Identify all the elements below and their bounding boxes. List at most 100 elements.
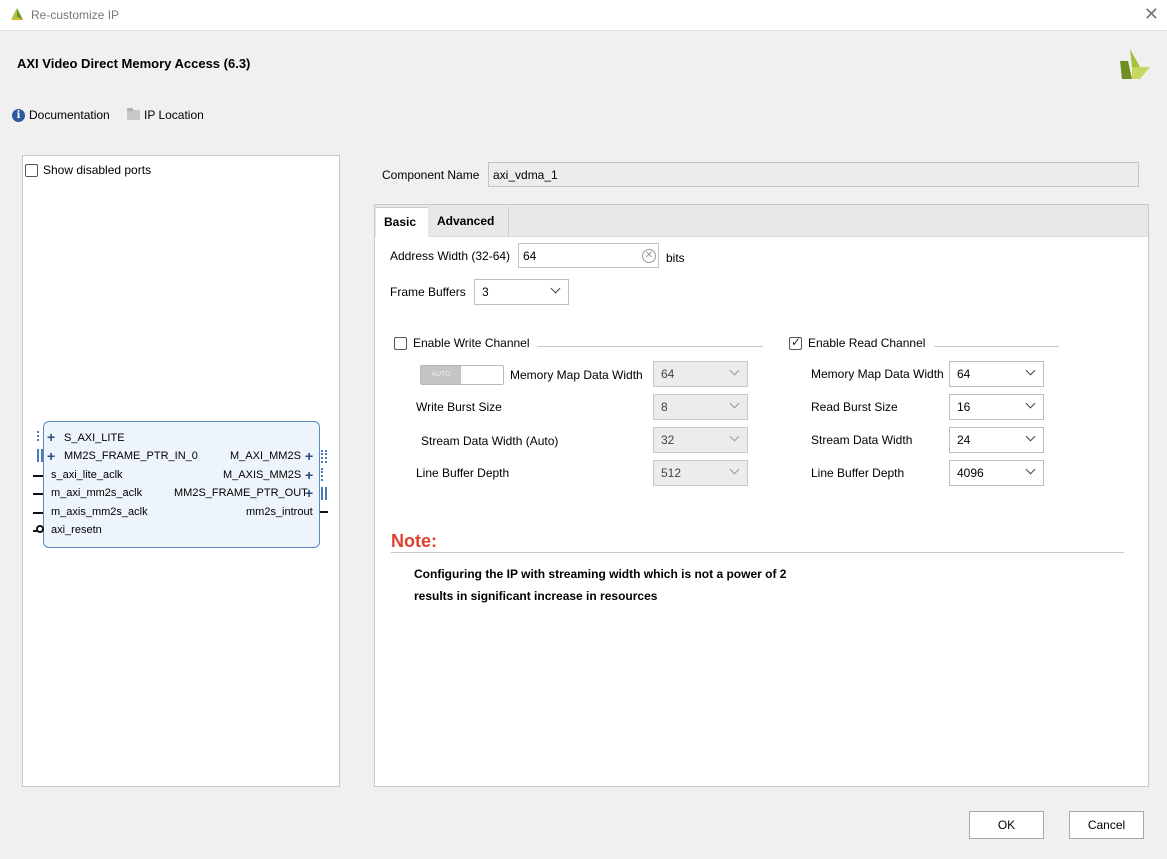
write-stream-width-value: 32 [661, 433, 675, 447]
read-stream-width-select[interactable]: 24 [949, 427, 1044, 453]
divider [391, 552, 1124, 553]
port-wire [320, 511, 328, 513]
auto-toggle-knob: AUTO [421, 366, 461, 384]
ip-location-label: IP Location [144, 108, 204, 122]
read-line-buffer-value: 4096 [957, 466, 984, 480]
write-line-buffer-value: 512 [661, 466, 682, 480]
expand-icon[interactable]: + [47, 449, 55, 463]
read-mm-data-width-value: 64 [957, 367, 971, 381]
folder-icon [127, 108, 140, 120]
write-mm-data-width-select[interactable]: 64 [653, 361, 748, 387]
chevron-down-icon [1025, 398, 1036, 409]
write-burst-size-label: Write Burst Size [416, 400, 502, 414]
write-stream-width-label: Stream Data Width (Auto) [421, 434, 559, 448]
port-axi-resetn: axi_resetn [51, 524, 102, 536]
chevron-down-icon [729, 464, 740, 475]
show-disabled-ports-label: Show disabled ports [43, 163, 152, 177]
chevron-down-icon [729, 365, 740, 376]
chevron-down-icon [729, 398, 740, 409]
write-mm-data-width-label: Memory Map Data Width [510, 368, 643, 382]
window-title: Re-customize IP [31, 8, 120, 22]
write-burst-size-select[interactable]: 8 [653, 394, 748, 420]
component-name-label: Component Name [382, 168, 480, 182]
show-disabled-ports-toggle[interactable]: Show disabled ports [25, 163, 151, 177]
write-line-buffer-label: Line Buffer Depth [416, 466, 510, 480]
port-mm2s-frame-ptr-in: MM2S_FRAME_PTR_IN_0 [64, 450, 198, 462]
note-line-1: Configuring the IP with streaming width … [414, 567, 787, 581]
vivado-logo-icon [11, 8, 23, 20]
clear-icon[interactable]: ✕ [642, 249, 656, 263]
port-wire [33, 475, 43, 477]
port-s-axi-lite: S_AXI_LITE [64, 432, 125, 444]
address-width-unit: bits [666, 251, 685, 265]
read-line-buffer-select[interactable]: 4096 [949, 460, 1044, 486]
port-m-axis-mm2s: M_AXIS_MM2S [223, 469, 302, 481]
divider [537, 346, 763, 347]
expand-icon[interactable]: + [47, 430, 55, 444]
frame-buffers-label: Frame Buffers [390, 285, 466, 299]
enable-read-channel-checkbox[interactable] [789, 335, 802, 350]
auto-toggle[interactable]: AUTO [420, 365, 504, 385]
expand-icon[interactable]: + [305, 449, 313, 463]
frame-buffers-select[interactable]: 3 [474, 279, 569, 305]
enable-read-channel-label: Enable Read Channel [808, 336, 926, 350]
address-width-label: Address Width (32-64) [390, 249, 511, 263]
note-text: Configuring the IP with streaming width … [414, 563, 786, 607]
bus-marker [325, 450, 327, 463]
enable-write-channel-toggle[interactable]: Enable Write Channel [394, 336, 530, 350]
chevron-down-icon [1025, 464, 1036, 475]
port-mm2s-frame-ptr-out: MM2S_FRAME_PTR_OUT [174, 487, 308, 499]
enable-write-channel-label: Enable Write Channel [413, 336, 530, 350]
read-burst-size-select[interactable]: 16 [949, 394, 1044, 420]
bus-marker [321, 450, 323, 463]
port-s-axi-lite-aclk: s_axi_lite_aclk [51, 469, 123, 481]
write-line-buffer-select[interactable]: 512 [653, 460, 748, 486]
ip-title: AXI Video Direct Memory Access (6.3) [17, 56, 251, 71]
documentation-label: Documentation [29, 108, 110, 122]
title-bar: Re-customize IP ✕ [0, 0, 1167, 31]
close-icon[interactable]: ✕ [1144, 5, 1159, 23]
write-stream-width-select[interactable]: 32 [653, 427, 748, 453]
reset-bubble-icon [36, 525, 44, 533]
enable-read-channel-toggle[interactable]: Enable Read Channel [789, 335, 926, 350]
tab-basic[interactable]: Basic [376, 207, 428, 237]
info-icon: i [12, 108, 25, 122]
address-width-input[interactable]: 64 [518, 243, 659, 268]
write-mm-data-width-value: 64 [661, 367, 675, 381]
bus-marker [37, 449, 39, 462]
write-burst-size-value: 8 [661, 400, 668, 414]
read-stream-width-value: 24 [957, 433, 971, 447]
xilinx-logo-icon [1120, 49, 1150, 79]
read-mm-data-width-select[interactable]: 64 [949, 361, 1044, 387]
bus-marker [325, 487, 327, 500]
port-wire [33, 493, 43, 495]
chevron-down-icon [550, 283, 561, 294]
read-stream-width-label: Stream Data Width [811, 433, 913, 447]
component-name-field[interactable]: axi_vdma_1 [488, 162, 1139, 187]
chevron-down-icon [1025, 431, 1036, 442]
read-burst-size-value: 16 [957, 400, 971, 414]
read-burst-size-label: Read Burst Size [811, 400, 898, 414]
bus-marker [321, 468, 323, 481]
chevron-down-icon [1025, 365, 1036, 376]
header [0, 32, 1167, 140]
expand-icon[interactable]: + [305, 486, 313, 500]
documentation-link[interactable]: i Documentation [12, 108, 110, 122]
ip-location-link[interactable]: IP Location [127, 108, 204, 122]
bus-marker [37, 431, 39, 441]
enable-write-channel-checkbox[interactable] [394, 336, 407, 350]
read-mm-data-width-label: Memory Map Data Width [811, 367, 944, 381]
port-m-axi-mm2s-aclk: m_axi_mm2s_aclk [51, 487, 143, 499]
cancel-button[interactable]: Cancel [1069, 811, 1144, 839]
read-line-buffer-label: Line Buffer Depth [811, 466, 905, 480]
tab-advanced[interactable]: Advanced [429, 207, 509, 237]
ok-button[interactable]: OK [969, 811, 1044, 839]
port-m-axi-mm2s: M_AXI_MM2S [230, 450, 301, 462]
divider [934, 346, 1059, 347]
note-line-2: results in significant increase in resou… [414, 589, 658, 603]
expand-icon[interactable]: + [305, 468, 313, 482]
show-disabled-ports-checkbox[interactable] [25, 163, 38, 177]
frame-buffers-value: 3 [482, 285, 489, 299]
chevron-down-icon [729, 431, 740, 442]
bus-marker [41, 449, 43, 462]
